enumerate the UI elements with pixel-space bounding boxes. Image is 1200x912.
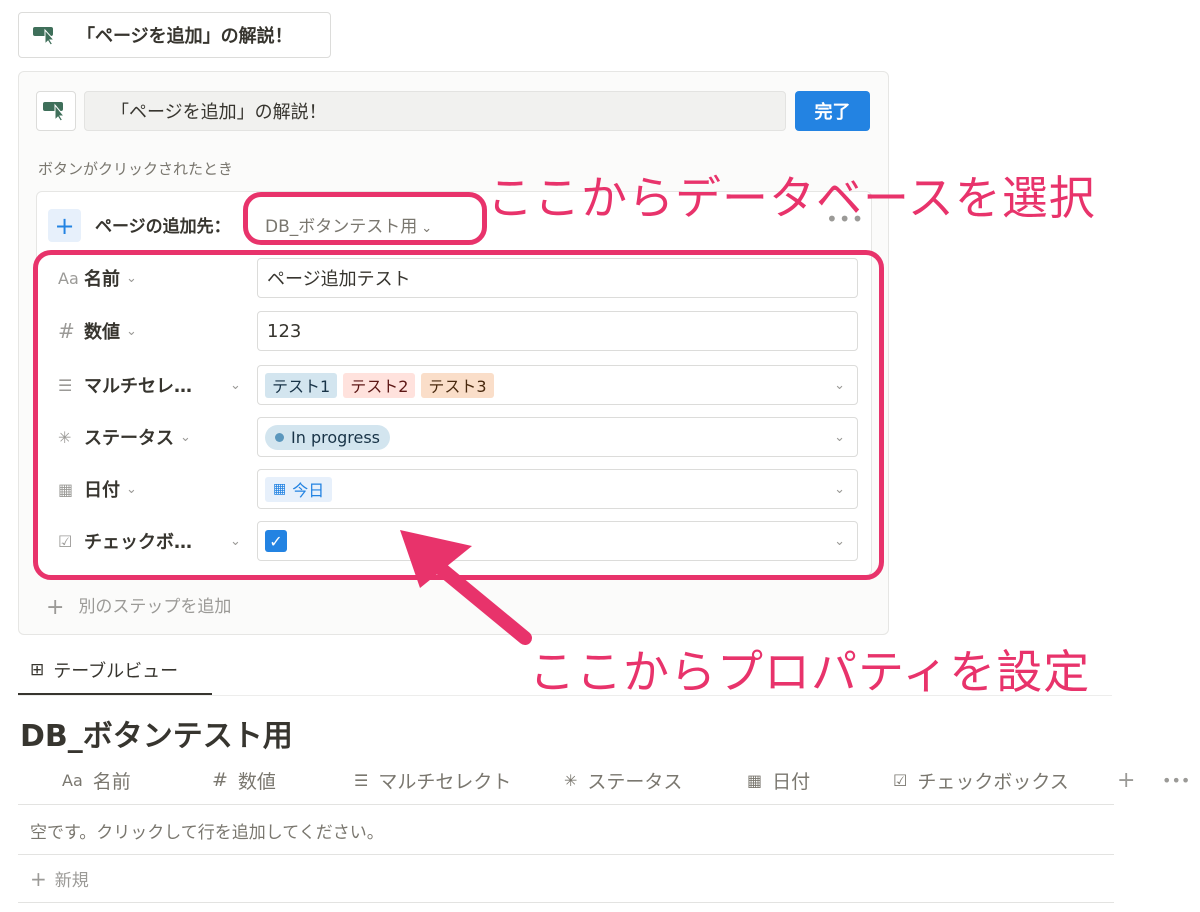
row-divider — [18, 854, 1114, 855]
column-header-number[interactable]: # 数値 — [212, 764, 276, 796]
column-header-status[interactable]: ✳ ステータス — [564, 764, 682, 796]
calendar-icon: ▦ — [747, 770, 763, 790]
button-cursor-icon — [33, 25, 59, 45]
annotation-select-database: ここからデータベースを選択 — [487, 171, 1096, 225]
number-icon: # — [212, 769, 228, 791]
annotation-arrow-icon — [400, 530, 532, 645]
multi-select-icon: ☰ — [354, 770, 369, 790]
column-header-name[interactable]: Aa 名前 — [62, 764, 131, 796]
column-label: マルチセレクト — [378, 770, 512, 793]
database-title: DB_ボタンテスト用 — [20, 719, 293, 754]
add-another-step-button[interactable]: + 別のステップを追加 — [46, 592, 231, 620]
table-icon: ⊞ — [30, 660, 45, 680]
add-column-button[interactable]: + — [1117, 764, 1135, 796]
header-divider — [18, 804, 1114, 805]
new-row-label: 新規 — [54, 871, 89, 891]
annotation-highlight-database — [243, 192, 487, 245]
tab-divider — [18, 695, 1112, 696]
table-more-icon[interactable]: ••• — [1162, 764, 1190, 796]
page-button-label: 「ページを追加」の解説！ — [77, 26, 293, 47]
button-cursor-icon — [43, 100, 69, 122]
destination-label: ページの追加先： — [95, 217, 231, 237]
button-icon-picker[interactable] — [36, 91, 76, 131]
button-name-input[interactable]: 「ページを追加」の解説！ — [84, 91, 786, 131]
column-label: 名前 — [92, 770, 131, 793]
plus-icon: + — [46, 595, 65, 620]
column-label: 数値 — [237, 770, 276, 793]
column-label: 日付 — [772, 770, 811, 793]
column-label: チェックボックス — [917, 770, 1069, 793]
row-divider — [18, 902, 1114, 903]
add-page-step-icon: + — [48, 209, 81, 242]
column-header-multiselect[interactable]: ☰ マルチセレクト — [354, 764, 511, 796]
annotation-set-properties: ここからプロパティを設定 — [529, 645, 1091, 699]
trigger-label: ボタンがクリックされたとき — [38, 160, 234, 178]
view-tab-label: テーブルビュー — [53, 661, 179, 682]
checkbox-icon: ☑ — [893, 770, 908, 790]
plus-icon: + — [30, 867, 47, 891]
column-header-date[interactable]: ▦ 日付 — [747, 764, 810, 796]
done-button[interactable]: 完了 — [795, 91, 870, 131]
new-row-button[interactable]: + 新規 — [30, 866, 89, 891]
tab-table-view[interactable]: ⊞ テーブルビュー — [18, 647, 212, 695]
column-label: ステータス — [587, 770, 683, 793]
column-header-checkbox[interactable]: ☑ チェックボックス — [893, 764, 1069, 796]
page-button-chip[interactable]: 「ページを追加」の解説！ — [18, 12, 331, 58]
add-step-label: 別のステップを追加 — [78, 597, 232, 617]
text-icon: Aa — [62, 770, 83, 790]
empty-table-message[interactable]: 空です。クリックして行を追加してください。 — [30, 818, 384, 843]
status-icon: ✳ — [564, 770, 578, 790]
